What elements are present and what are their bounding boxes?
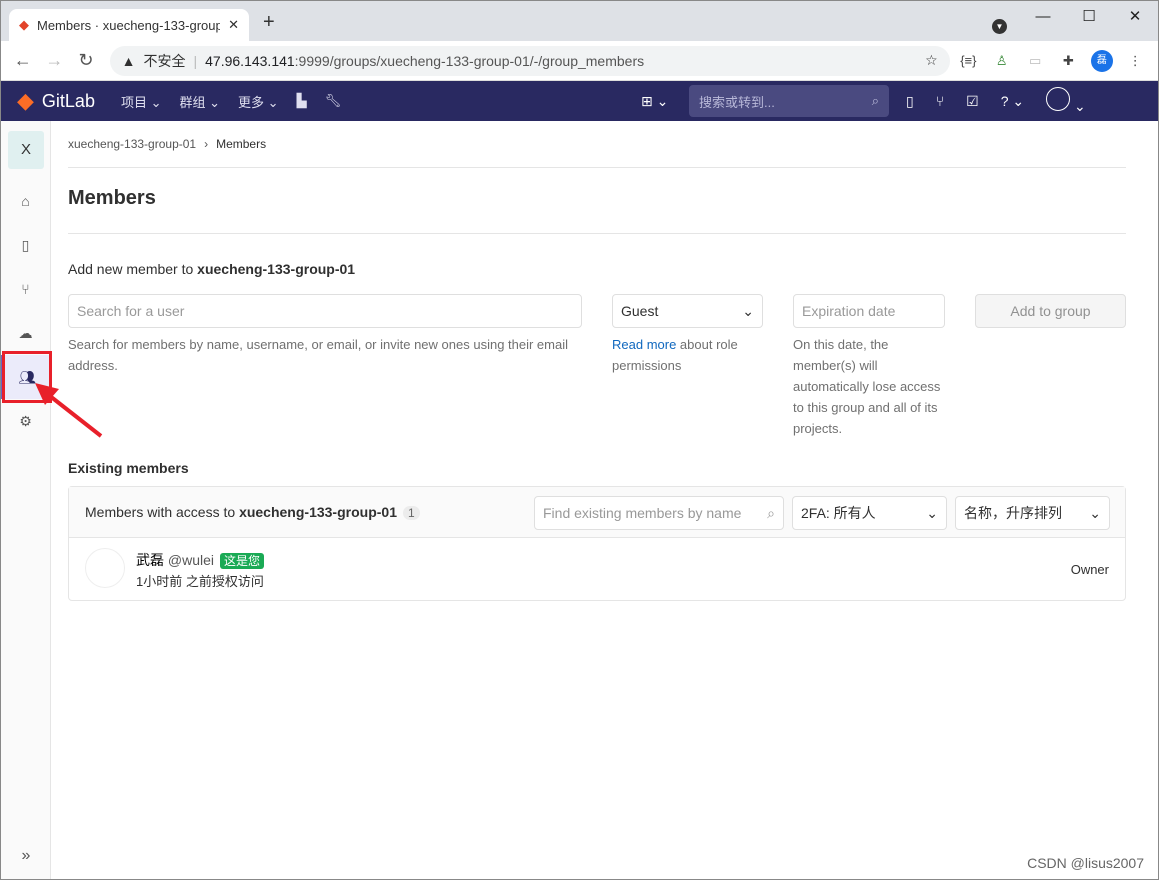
expiration-help-text: On this date, the member(s) will automat…	[793, 337, 941, 436]
close-window-button[interactable]: ✕	[1112, 1, 1158, 31]
new-plus-icon[interactable]: ⊞ ⌄	[641, 93, 668, 110]
member-role: Owner	[1070, 562, 1109, 577]
add-member-label: Add new member to xuecheng-133-group-01	[68, 261, 356, 277]
member-name[interactable]: 武磊	[136, 552, 164, 568]
browser-tab[interactable]: ◆ Members · xuecheng-133-group-01 ✕	[9, 9, 249, 41]
todos-icon[interactable]: ☑	[966, 93, 979, 110]
tab-title: Members · xuecheng-133-group-01	[37, 17, 221, 33]
collapse-sidebar-icon[interactable]: »	[1, 847, 51, 865]
brand-name: GitLab	[41, 90, 95, 111]
read-more-link[interactable]: Read more	[612, 337, 676, 352]
nav-groups[interactable]: 群组 ⌄	[180, 92, 221, 111]
gitlab-navbar: ◆ GitLab 项目 ⌄ 群组 ⌄ 更多 ⌄ ▙ 🔧︎ ⊞ ⌄ 搜索或转到...…	[1, 81, 1158, 121]
expiration-date-input[interactable]: Expiration date	[793, 294, 945, 328]
user-search-input[interactable]: Search for a user	[68, 294, 582, 328]
address-bar-row: ← → ↻ ▲ 不安全 | 47.96.143.141:9999/groups/…	[1, 41, 1158, 81]
global-search-input[interactable]: 搜索或转到... ⌕	[689, 85, 889, 117]
add-to-group-button[interactable]: Add to group	[975, 294, 1126, 328]
chevron-down-icon: ⌄	[742, 303, 754, 319]
access-granted-text: 1小时前 之前授权访问	[136, 574, 264, 589]
breadcrumb-current[interactable]: Members	[216, 137, 266, 151]
nav-projects[interactable]: 项目 ⌄	[121, 92, 162, 111]
chevron-down-icon: ⌄	[926, 505, 938, 521]
menu-kebab-icon[interactable]: ⋮	[1121, 53, 1150, 69]
member-username: @wulei	[167, 552, 215, 568]
member-row: 武磊 @wulei 这是您 1小时前 之前授权访问 Owner	[69, 538, 1125, 600]
activity-chart-icon[interactable]: ▙	[297, 93, 307, 109]
watermark: CSDN @lisus2007	[1027, 855, 1144, 871]
tab-search-icon[interactable]: ▼	[992, 19, 1007, 34]
search-icon: ⌕	[767, 505, 775, 521]
minimize-button[interactable]: —	[1020, 1, 1066, 31]
kubernetes-icon[interactable]: ☁	[1, 311, 50, 355]
group-sidebar: X ⌂ ▯ ⑂ ☁ 👥︎ ⚙ »	[1, 121, 51, 879]
new-tab-button[interactable]: +	[263, 11, 275, 34]
warning-icon: ▲	[121, 52, 136, 69]
sort-dropdown[interactable]: 名称，升序排列 ⌄	[955, 496, 1110, 530]
admin-wrench-icon[interactable]: 🔧︎	[325, 93, 342, 109]
avatar[interactable]	[85, 548, 125, 588]
merge-requests-icon[interactable]: ⑂	[1, 267, 50, 311]
tab-strip: ◆ Members · xuecheng-133-group-01 ✕ + ▼ …	[1, 1, 1158, 41]
merge-requests-icon[interactable]: ⑂	[936, 93, 944, 109]
search-icon: ⌕	[871, 93, 879, 108]
reload-icon[interactable]: ↻	[72, 50, 100, 71]
extensions-puzzle-icon[interactable]: ✚	[1054, 53, 1083, 69]
group-avatar[interactable]: X	[8, 131, 44, 169]
help-icon[interactable]: ? ⌄	[1001, 93, 1024, 110]
user-menu[interactable]: ⌄	[1046, 87, 1086, 115]
profile-avatar[interactable]: 磊	[1090, 49, 1113, 72]
url-path: :9999/groups/xuecheng-133-group-01/-/gro…	[294, 52, 645, 69]
forward-icon[interactable]: →	[41, 50, 69, 71]
gitlab-favicon-icon: ◆	[19, 17, 29, 32]
member-count-badge: 1	[403, 506, 420, 520]
nav-more[interactable]: 更多 ⌄	[238, 92, 279, 111]
gitlab-logo[interactable]: ◆ GitLab	[17, 88, 95, 114]
twofa-filter-dropdown[interactable]: 2FA: 所有人 ⌄	[792, 496, 947, 530]
page-title: Members	[68, 168, 1126, 234]
extension-icon[interactable]: ♙	[987, 53, 1016, 69]
tanuki-icon: ◆	[17, 88, 34, 113]
security-label[interactable]: 不安全	[144, 51, 186, 71]
json-extension-icon[interactable]: {≡}	[954, 53, 983, 68]
close-tab-icon[interactable]: ✕	[228, 17, 239, 33]
chevron-down-icon: ⌄	[1089, 505, 1101, 521]
bookmark-star-icon[interactable]: ☆	[925, 52, 938, 69]
role-help: Read more about role permissions	[612, 337, 738, 373]
filter-members-input[interactable]: Find existing members by name ⌕	[534, 496, 784, 530]
breadcrumb-group[interactable]: xuecheng-133-group-01	[68, 137, 196, 151]
existing-members-heading: Existing members	[68, 460, 189, 476]
search-help-text: Search for members by name, username, or…	[68, 337, 568, 373]
user-avatar	[1046, 87, 1071, 111]
role-select[interactable]: Guest ⌄	[612, 294, 763, 328]
maximize-button[interactable]: ☐	[1066, 1, 1112, 31]
issues-icon[interactable]: ▯	[906, 93, 914, 110]
breadcrumb: xuecheng-133-group-01 › Members	[68, 121, 1126, 168]
url-host: 47.96.143.141	[205, 52, 295, 69]
url-bar[interactable]: ▲ 不安全 | 47.96.143.141:9999/groups/xueche…	[109, 45, 950, 76]
download-extension-icon[interactable]: ▭	[1020, 53, 1049, 69]
members-header: Members with access to xuecheng-133-grou…	[85, 504, 420, 520]
back-icon[interactable]: ←	[9, 50, 37, 71]
members-card: Members with access to xuecheng-133-grou…	[68, 486, 1126, 601]
you-badge: 这是您	[220, 553, 265, 569]
home-icon[interactable]: ⌂	[1, 179, 50, 223]
issues-icon[interactable]: ▯	[1, 223, 50, 267]
main-content: xuecheng-133-group-01 › Members Members Ad…	[68, 121, 1126, 601]
